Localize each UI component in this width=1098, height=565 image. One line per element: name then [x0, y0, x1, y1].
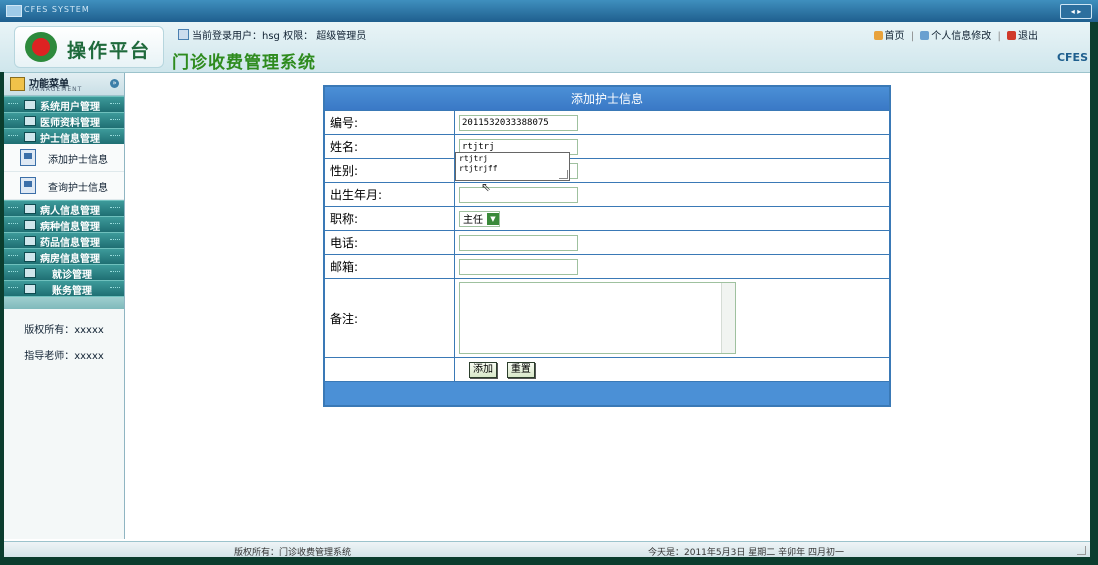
- form-footer: [323, 381, 891, 407]
- sidebar-subitem-label: 添加护士信息: [48, 155, 108, 166]
- profile-link[interactable]: 个人信息修改: [931, 31, 991, 42]
- id-label: 编号:: [323, 110, 455, 135]
- sidebar: 功能菜单 MANAGEMENT » 系统用户管理 医师资料管理 护士信息管理 添…: [4, 73, 125, 539]
- resize-grip-icon[interactable]: [1077, 546, 1086, 555]
- note-textarea[interactable]: [459, 282, 736, 354]
- logo-icon: [25, 32, 57, 62]
- app-window: CFES SYSTEM ◂ ▸ 操作平台 当前登录用户：hsg 权限： 超级管理…: [0, 0, 1098, 565]
- add-nurse-form: 添加护士信息 编号: 2011532033388075 姓名: rtjtrj 性…: [323, 85, 891, 407]
- menu-header: 功能菜单 MANAGEMENT »: [4, 73, 124, 96]
- menu-subtitle: MANAGEMENT: [29, 86, 83, 93]
- collapse-icon[interactable]: »: [110, 79, 119, 88]
- sidebar-subitem-label: 查询护士信息: [48, 183, 108, 194]
- sidebar-item-system-users[interactable]: 系统用户管理: [4, 96, 124, 113]
- form-icon: [20, 149, 36, 166]
- status-bar: 版权所有：门诊收费管理系统 今天是：2011年5月3日 星期二 辛卯年 四月初一: [4, 541, 1090, 558]
- sidebar-item-label: 就诊管理: [52, 270, 92, 281]
- window-border: [1090, 22, 1098, 565]
- birth-input[interactable]: [459, 186, 578, 203]
- textarea-scrollbar[interactable]: [721, 283, 735, 353]
- window-border: [0, 557, 1098, 565]
- main-content: 添加护士信息 编号: 2011532033388075 姓名: rtjtrj 性…: [125, 73, 1088, 539]
- window-controls[interactable]: ◂ ▸: [1060, 4, 1092, 19]
- add-button[interactable]: 添加: [469, 362, 497, 378]
- window-border: [0, 72, 4, 562]
- button-row-label: [323, 357, 455, 382]
- id-input[interactable]: 2011532033388075: [459, 114, 578, 131]
- folder-icon: [24, 100, 36, 110]
- email-label: 邮箱:: [323, 254, 455, 279]
- sidebar-item-label: 病人信息管理: [40, 206, 100, 217]
- sidebar-copyright: 版权所有：xxxxx: [24, 325, 104, 336]
- home-link[interactable]: 首页: [885, 31, 905, 42]
- job-title-select[interactable]: 主任 ▼: [459, 210, 500, 227]
- edit-profile-icon: [920, 31, 930, 40]
- folder-icon: [24, 116, 36, 126]
- sidebar-item-nurses[interactable]: 护士信息管理: [4, 128, 124, 145]
- user-icon: [178, 29, 189, 40]
- resize-grip-icon[interactable]: [559, 170, 568, 179]
- sidebar-item-visits[interactable]: 就诊管理: [4, 264, 124, 281]
- folder-icon: [24, 204, 36, 214]
- folder-icon: [24, 284, 36, 294]
- sidebar-item-label: 药品信息管理: [40, 238, 100, 249]
- sidebar-subitem-add-nurse[interactable]: 添加护士信息: [4, 144, 124, 172]
- folder-icon: [24, 132, 36, 142]
- sidebar-menu-end: [4, 296, 124, 309]
- autocomplete-option[interactable]: rtjtrjff: [459, 164, 566, 174]
- name-label: 姓名:: [323, 134, 455, 159]
- job-title-label: 职称:: [323, 206, 455, 231]
- logout-link[interactable]: 退出: [1018, 31, 1038, 42]
- sidebar-item-wards[interactable]: 病房信息管理: [4, 248, 124, 265]
- search-form-icon: [20, 177, 36, 194]
- window-titlebar: CFES SYSTEM ◂ ▸: [0, 0, 1098, 22]
- phone-input[interactable]: [459, 234, 578, 251]
- sidebar-item-label: 病种信息管理: [40, 222, 100, 233]
- job-title-value: 主任: [463, 215, 483, 226]
- system-title: 门诊收费管理系统: [172, 53, 316, 73]
- sidebar-subitem-query-nurse[interactable]: 查询护士信息: [4, 172, 124, 200]
- autocomplete-option[interactable]: rtjtrj: [459, 154, 566, 164]
- current-user-label: 当前登录用户：hsg 权限： 超级管理员: [192, 31, 367, 42]
- link-divider: |: [910, 31, 915, 42]
- sidebar-item-label: 账务管理: [52, 286, 92, 297]
- sidebar-item-drugs[interactable]: 药品信息管理: [4, 232, 124, 249]
- folder-icon: [24, 236, 36, 246]
- gender-label: 性别:: [323, 158, 455, 183]
- mouse-cursor-icon: ⇖: [481, 180, 492, 194]
- sidebar-item-accounts[interactable]: 账务管理: [4, 280, 124, 297]
- sidebar-item-diseases[interactable]: 病种信息管理: [4, 216, 124, 233]
- system-name: CFES SYSTEM: [24, 5, 90, 14]
- logo: 操作平台: [14, 26, 164, 68]
- note-label: 备注:: [323, 278, 455, 358]
- sidebar-item-label: 病房信息管理: [40, 254, 100, 265]
- logout-icon: [1007, 31, 1016, 40]
- sidebar-advisor: 指导老师：xxxxx: [24, 351, 104, 362]
- folder-icon: [24, 268, 36, 278]
- logo-text: 操作平台: [67, 40, 152, 62]
- home-icon: [873, 31, 883, 40]
- autocomplete-dropdown[interactable]: rtjtrj rtjtrjff: [455, 152, 570, 181]
- phone-label: 电话:: [323, 230, 455, 255]
- folder-icon: [24, 220, 36, 230]
- app-icon: [6, 5, 22, 17]
- email-input[interactable]: [459, 258, 578, 275]
- sidebar-item-label: 系统用户管理: [40, 102, 100, 113]
- top-links: 首页 | 个人信息修改 | 退出: [873, 27, 1038, 42]
- birth-label: 出生年月:: [323, 182, 455, 207]
- sidebar-item-doctors[interactable]: 医师资料管理: [4, 112, 124, 129]
- form-title: 添加护士信息: [323, 85, 891, 111]
- sidebar-item-label: 医师资料管理: [40, 118, 100, 129]
- folder-icon: [24, 252, 36, 262]
- link-divider: |: [997, 31, 1001, 42]
- reset-button[interactable]: 重置: [506, 362, 535, 378]
- menu-icon: [10, 77, 25, 91]
- chevron-down-icon[interactable]: ▼: [487, 212, 499, 225]
- sidebar-item-label: 护士信息管理: [40, 134, 100, 145]
- header: 操作平台 当前登录用户：hsg 权限： 超级管理员 门诊收费管理系统 首页 | …: [0, 22, 1098, 73]
- brand-label: CFES: [1056, 51, 1088, 64]
- current-user-info: 当前登录用户：hsg 权限： 超级管理员: [178, 27, 366, 42]
- sidebar-item-patients[interactable]: 病人信息管理: [4, 200, 124, 217]
